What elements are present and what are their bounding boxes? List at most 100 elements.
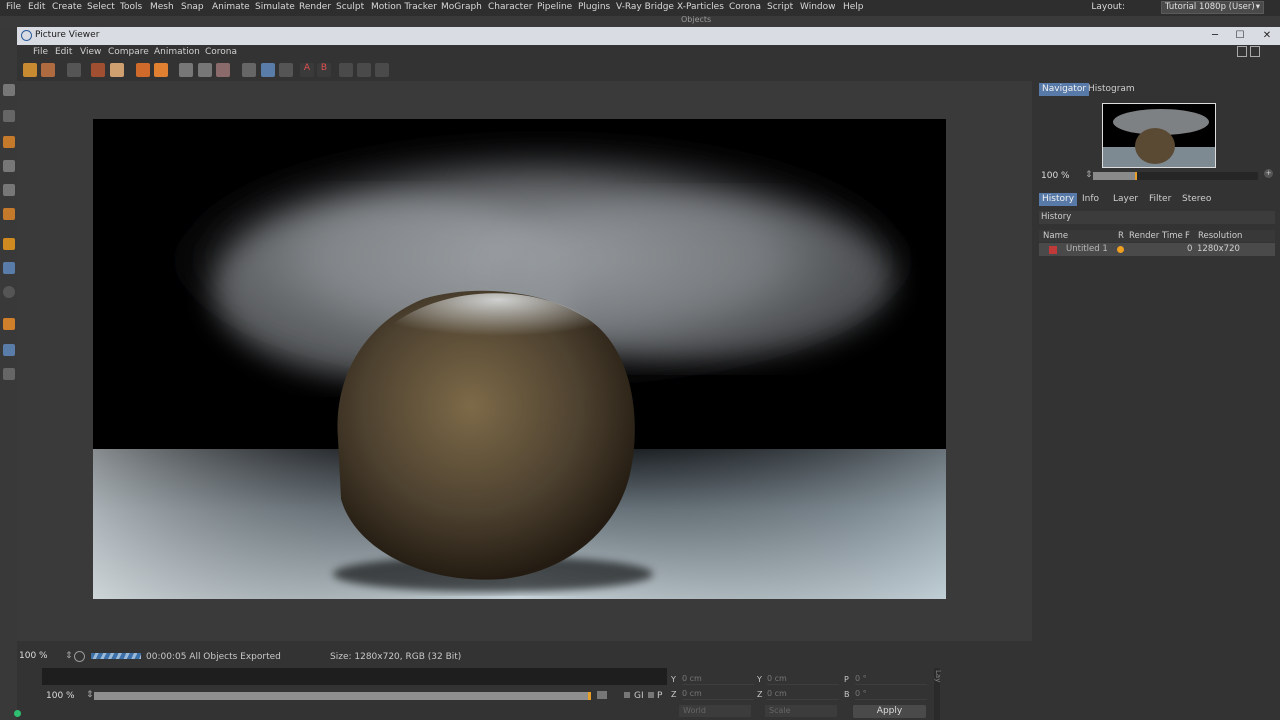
menu-select[interactable]: Select: [87, 2, 115, 12]
bottom-zoom-stepper-icon[interactable]: ⇕: [86, 690, 94, 700]
region-icon[interactable]: [179, 63, 193, 77]
pv-menu-file[interactable]: File: [33, 47, 48, 57]
pv-menu-corona[interactable]: Corona: [205, 47, 237, 57]
pv-menu-animation[interactable]: Animation: [154, 47, 200, 57]
pv-menu-view[interactable]: View: [80, 47, 101, 57]
menu-plugins[interactable]: Plugins: [578, 2, 610, 12]
layer-side-tab[interactable]: Lay: [934, 670, 942, 682]
layout-select[interactable]: Tutorial 1080p (User) ▾: [1161, 1, 1264, 14]
lock-icon[interactable]: [3, 368, 15, 380]
menu-animate[interactable]: Animate: [212, 2, 250, 12]
axis-icon[interactable]: [3, 238, 15, 250]
coord-b-field[interactable]: 0 °: [855, 689, 927, 700]
snap-icon[interactable]: [3, 286, 15, 298]
coord-y-position-field[interactable]: 0 cm: [682, 674, 754, 685]
gi-checkbox[interactable]: [624, 692, 630, 698]
coord-z-position-field[interactable]: 0 cm: [682, 689, 754, 700]
menu-simulate[interactable]: Simulate: [255, 2, 295, 12]
navigator-zoom-stepper-icon[interactable]: ⇕: [1085, 170, 1093, 180]
menu-sculpt[interactable]: Sculpt: [336, 2, 364, 12]
set-b-icon[interactable]: B: [317, 63, 331, 77]
navigator-zoom-slider[interactable]: [1093, 172, 1258, 180]
bottom-zoom-value[interactable]: 100 %: [46, 691, 75, 701]
set-a-icon[interactable]: A: [300, 63, 314, 77]
zoom-field[interactable]: 100 % ⇕: [19, 651, 73, 663]
menu-corona[interactable]: Corona: [729, 2, 761, 12]
channels-icon[interactable]: [375, 63, 389, 77]
render-image[interactable]: [93, 119, 946, 599]
pv-menu-edit[interactable]: Edit: [55, 47, 72, 57]
ipr-icon[interactable]: [216, 63, 230, 77]
save-sequence-icon[interactable]: [67, 63, 81, 77]
tab-filter[interactable]: Filter: [1146, 193, 1174, 206]
coordinate-system-dropdown[interactable]: World: [679, 705, 751, 717]
edges-mode-icon[interactable]: [3, 184, 15, 196]
menu-tools[interactable]: Tools: [120, 2, 142, 12]
ab-compare-icon[interactable]: [242, 63, 256, 77]
tab-navigator[interactable]: Navigator: [1039, 83, 1090, 96]
tab-stereo[interactable]: Stereo: [1179, 193, 1214, 206]
menu-character[interactable]: Character: [488, 2, 532, 12]
coord-y-size-field[interactable]: 0 cm: [767, 674, 839, 685]
stop-render-icon[interactable]: [136, 63, 150, 77]
menu-create[interactable]: Create: [52, 2, 82, 12]
fit-icon[interactable]: [339, 63, 353, 77]
navigator-options-icon[interactable]: +: [1264, 169, 1273, 178]
tab-history[interactable]: History: [1039, 193, 1078, 206]
menu-motion-tracker[interactable]: Motion Tracker: [371, 2, 437, 12]
menu-x-particles[interactable]: X-Particles: [677, 2, 724, 12]
tweak-icon[interactable]: [3, 262, 15, 274]
menu-mesh[interactable]: Mesh: [150, 2, 174, 12]
layout-toggle-icon[interactable]: [1237, 46, 1247, 57]
menu-help[interactable]: Help: [843, 2, 864, 12]
render-active-view-icon[interactable]: [154, 63, 168, 77]
menu-vray-bridge[interactable]: V-Ray Bridge: [616, 2, 674, 12]
minimize-button[interactable]: ─: [1207, 28, 1223, 43]
play-icon[interactable]: [74, 651, 85, 662]
pv-menu-compare[interactable]: Compare: [108, 47, 149, 57]
interactive-region-icon[interactable]: [198, 63, 212, 77]
object-icon[interactable]: [3, 110, 15, 122]
cube-icon[interactable]: [3, 84, 15, 96]
grid-icon[interactable]: [3, 344, 15, 356]
column-render-time[interactable]: Render Time: [1129, 231, 1183, 241]
tab-layer[interactable]: Layer: [1110, 193, 1141, 206]
swap-icon[interactable]: [279, 63, 293, 77]
open-icon[interactable]: [23, 63, 37, 77]
menu-render[interactable]: Render: [299, 2, 331, 12]
render-region-icon[interactable]: [91, 63, 105, 77]
menu-window[interactable]: Window: [800, 2, 836, 12]
menu-script[interactable]: Script: [767, 2, 793, 12]
menu-file[interactable]: File: [6, 2, 21, 12]
timeline-strip[interactable]: [42, 668, 667, 685]
tab-info[interactable]: Info: [1079, 193, 1102, 206]
frame-end-icon[interactable]: [597, 691, 607, 699]
close-button[interactable]: ✕: [1259, 28, 1275, 43]
frame-slider[interactable]: [94, 692, 591, 700]
coord-p-field[interactable]: 0 °: [855, 674, 927, 685]
navigator-thumbnail[interactable]: [1102, 103, 1216, 168]
column-resolution[interactable]: Resolution: [1198, 231, 1242, 241]
coord-z-size-field[interactable]: 0 cm: [767, 689, 839, 700]
save-icon[interactable]: [41, 63, 55, 77]
navigator-zoom-slider-handle[interactable]: [1135, 172, 1137, 180]
grid-view-icon[interactable]: [357, 63, 371, 77]
menu-mograph[interactable]: MoGraph: [441, 2, 482, 12]
points-mode-icon[interactable]: [3, 160, 15, 172]
menu-edit[interactable]: Edit: [28, 2, 45, 12]
tab-histogram[interactable]: Histogram: [1085, 83, 1138, 96]
menu-snap[interactable]: Snap: [181, 2, 204, 12]
polygons-mode-icon[interactable]: [3, 208, 15, 220]
apply-button[interactable]: Apply: [853, 705, 926, 718]
render-settings-icon[interactable]: [110, 63, 124, 77]
history-row[interactable]: Untitled 1 0 1280x720: [1039, 243, 1275, 256]
menu-pipeline[interactable]: Pipeline: [537, 2, 572, 12]
column-name[interactable]: Name: [1043, 231, 1068, 241]
frame-slider-handle[interactable]: [588, 692, 591, 700]
column-r[interactable]: R: [1118, 231, 1124, 241]
p-checkbox[interactable]: [648, 692, 654, 698]
picture-viewer-titlebar[interactable]: Picture Viewer ─ ☐ ✕: [17, 27, 1280, 45]
workplane-icon[interactable]: [3, 318, 15, 330]
split-view-icon[interactable]: [261, 63, 275, 77]
column-f[interactable]: F: [1185, 231, 1190, 241]
